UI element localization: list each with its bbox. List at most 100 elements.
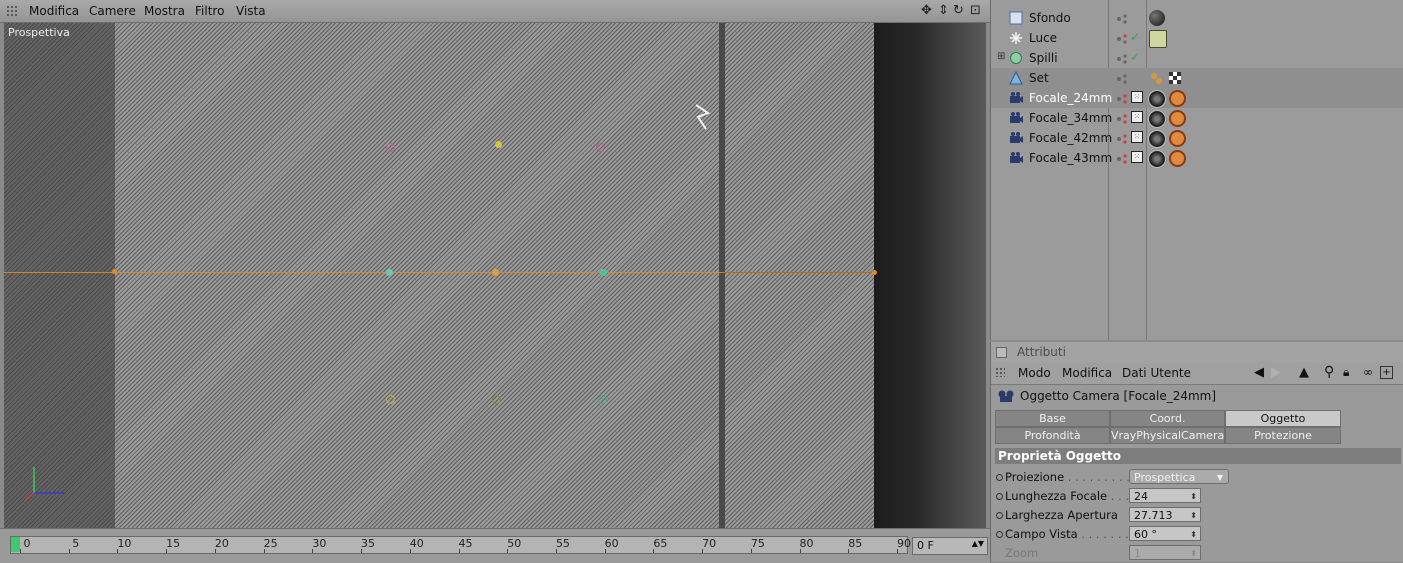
tab-profondita[interactable]: Profondità: [995, 427, 1110, 444]
frame-spinner-icon[interactable]: ▲▼: [972, 539, 984, 548]
visibility-dots-icon[interactable]: [1115, 132, 1129, 146]
grip-icon[interactable]: [995, 367, 1005, 377]
up-arrow-icon[interactable]: ▲: [1299, 365, 1309, 380]
menu-mostra[interactable]: Mostra: [144, 4, 185, 18]
menu-camere[interactable]: Camere: [89, 4, 136, 18]
animate-dot-icon[interactable]: [996, 474, 1003, 481]
vray-camera-tag-icon[interactable]: [1148, 150, 1166, 168]
menu-modifica[interactable]: Modifica: [29, 4, 79, 18]
tab-protezione[interactable]: Protezione: [1225, 427, 1341, 444]
menu-modo[interactable]: Modo: [1018, 366, 1051, 380]
timeline-tick-mark: [702, 549, 704, 553]
pin-marker[interactable]: [386, 143, 395, 152]
om-item-focale-42mm[interactable]: Focale_42mm ⁙: [991, 128, 1403, 148]
new-panel-icon[interactable]: +: [1380, 366, 1393, 379]
visibility-dots-icon[interactable]: [1115, 72, 1129, 86]
proiezione-dropdown[interactable]: Prospettica ▼: [1129, 469, 1229, 484]
timeline-tick-mark: [555, 549, 557, 553]
chevron-down-icon: ▼: [1216, 473, 1223, 482]
move-icon[interactable]: ✥: [921, 3, 932, 18]
pin-marker[interactable]: [872, 270, 877, 275]
lock-icon[interactable]: 🔒︎: [1343, 365, 1349, 380]
om-item-set[interactable]: Set: [991, 68, 1403, 88]
timeline-tick-mark: [20, 549, 21, 553]
visibility-dots-icon[interactable]: [1115, 12, 1129, 26]
protection-tag-icon[interactable]: ⁙: [1131, 131, 1143, 143]
no-render-tag-icon[interactable]: [1169, 130, 1186, 147]
pin-marker[interactable]: [386, 269, 393, 276]
panel-checkbox[interactable]: [996, 347, 1007, 358]
expand-toggle-icon[interactable]: ⊞: [997, 51, 1005, 62]
spinner-icon[interactable]: ⬍: [1190, 527, 1197, 542]
protection-tag-icon[interactable]: ⁙: [1131, 111, 1143, 123]
no-render-tag-icon[interactable]: [1169, 110, 1186, 127]
pin-marker[interactable]: [492, 395, 501, 404]
visibility-dots-icon[interactable]: [1115, 32, 1129, 46]
prop-value: 27.713: [1134, 509, 1173, 522]
vray-tag-icon[interactable]: [1149, 30, 1167, 48]
visibility-dots-icon[interactable]: [1115, 52, 1129, 66]
pin-marker[interactable]: [386, 395, 395, 404]
vray-camera-tag-icon[interactable]: [1148, 110, 1166, 128]
om-item-spilli[interactable]: ⊞ Spilli ✓: [991, 48, 1403, 68]
protection-tag-icon[interactable]: ⁙: [1131, 151, 1143, 163]
no-render-tag-icon[interactable]: [1169, 90, 1186, 107]
rotate-icon[interactable]: ↻: [953, 3, 964, 18]
menu-vista[interactable]: Vista: [236, 4, 266, 18]
larghezza-apertura-field[interactable]: 27.713 ⬍: [1129, 507, 1201, 522]
material-tag-icon[interactable]: [1149, 10, 1165, 26]
menu-filtro[interactable]: Filtro: [195, 4, 224, 18]
vray-camera-tag-icon[interactable]: [1148, 130, 1166, 148]
zoom-icon[interactable]: ⇕: [938, 3, 949, 18]
om-item-luce[interactable]: Luce ✓: [991, 28, 1403, 48]
vray-camera-tag-icon[interactable]: [1148, 90, 1166, 108]
link-icon[interactable]: ∞: [1363, 365, 1373, 379]
timeline-tick-mark: [750, 549, 752, 553]
enabled-check-icon[interactable]: ✓: [1130, 30, 1140, 44]
forward-arrow-icon[interactable]: ▶: [1271, 365, 1281, 380]
animate-dot-icon[interactable]: [996, 531, 1003, 538]
visibility-dots-icon[interactable]: [1115, 152, 1129, 166]
timeline-playhead[interactable]: [11, 537, 20, 552]
material-tags-icon[interactable]: [1149, 70, 1183, 89]
animate-dot-icon[interactable]: [996, 493, 1003, 500]
tab-oggetto[interactable]: Oggetto: [1225, 410, 1341, 427]
search-icon[interactable]: ⚲: [1324, 364, 1334, 380]
visibility-dots-icon[interactable]: [1115, 112, 1129, 126]
om-item-focale-34mm[interactable]: Focale_34mm ⁙: [991, 108, 1403, 128]
tab-coord[interactable]: Coord.: [1110, 410, 1225, 427]
om-item-focale-24mm[interactable]: Focale_24mm ⁙: [991, 88, 1403, 108]
animate-dot-icon[interactable]: [996, 512, 1003, 519]
om-item-label: Focale_43mm: [1029, 151, 1113, 165]
campo-vista-field[interactable]: 60 ° ⬍: [1129, 526, 1201, 541]
no-render-tag-icon[interactable]: [1169, 150, 1186, 167]
back-arrow-icon[interactable]: ◀: [1254, 365, 1264, 380]
viewport-perspective[interactable]: Prospettiva: [4, 23, 986, 528]
om-item-focale-43mm[interactable]: Focale_43mm ⁙: [991, 148, 1403, 168]
timeline-tick-mark: [458, 549, 460, 553]
enabled-check-icon[interactable]: ✓: [1130, 50, 1140, 64]
pin-marker[interactable]: [492, 269, 499, 276]
pin-marker[interactable]: [600, 269, 607, 276]
current-frame-field[interactable]: 0 F ▲▼: [912, 537, 988, 555]
maximize-icon[interactable]: ⊡: [970, 3, 981, 18]
tab-vrayphysicalcamera[interactable]: VrayPhysicalCamera: [1110, 427, 1225, 444]
pin-marker[interactable]: [495, 141, 502, 148]
menu-modifica[interactable]: Modifica: [1062, 366, 1112, 380]
light-object-icon[interactable]: [692, 101, 712, 133]
timeline-tick-label: 50: [507, 537, 522, 550]
timeline-tick-mark: [263, 549, 265, 553]
pin-marker[interactable]: [598, 395, 607, 404]
visibility-dots-icon[interactable]: [1115, 92, 1129, 106]
om-item-sfondo[interactable]: Sfondo: [991, 8, 1403, 28]
attributes-panel: Attributi Modo Modifica Dati Utente ◀ ▶ …: [990, 342, 1403, 562]
lunghezza-focale-field[interactable]: 24 ⬍: [1129, 488, 1201, 503]
spinner-icon[interactable]: ⬍: [1190, 508, 1197, 523]
menu-dati-utente[interactable]: Dati Utente: [1122, 366, 1191, 380]
grip-icon[interactable]: [6, 5, 18, 17]
spinner-icon[interactable]: ⬍: [1190, 489, 1197, 504]
tab-base[interactable]: Base: [995, 410, 1110, 427]
pin-marker[interactable]: [112, 269, 117, 274]
protection-tag-icon[interactable]: ⁙: [1131, 91, 1143, 103]
pin-marker[interactable]: [596, 143, 605, 152]
